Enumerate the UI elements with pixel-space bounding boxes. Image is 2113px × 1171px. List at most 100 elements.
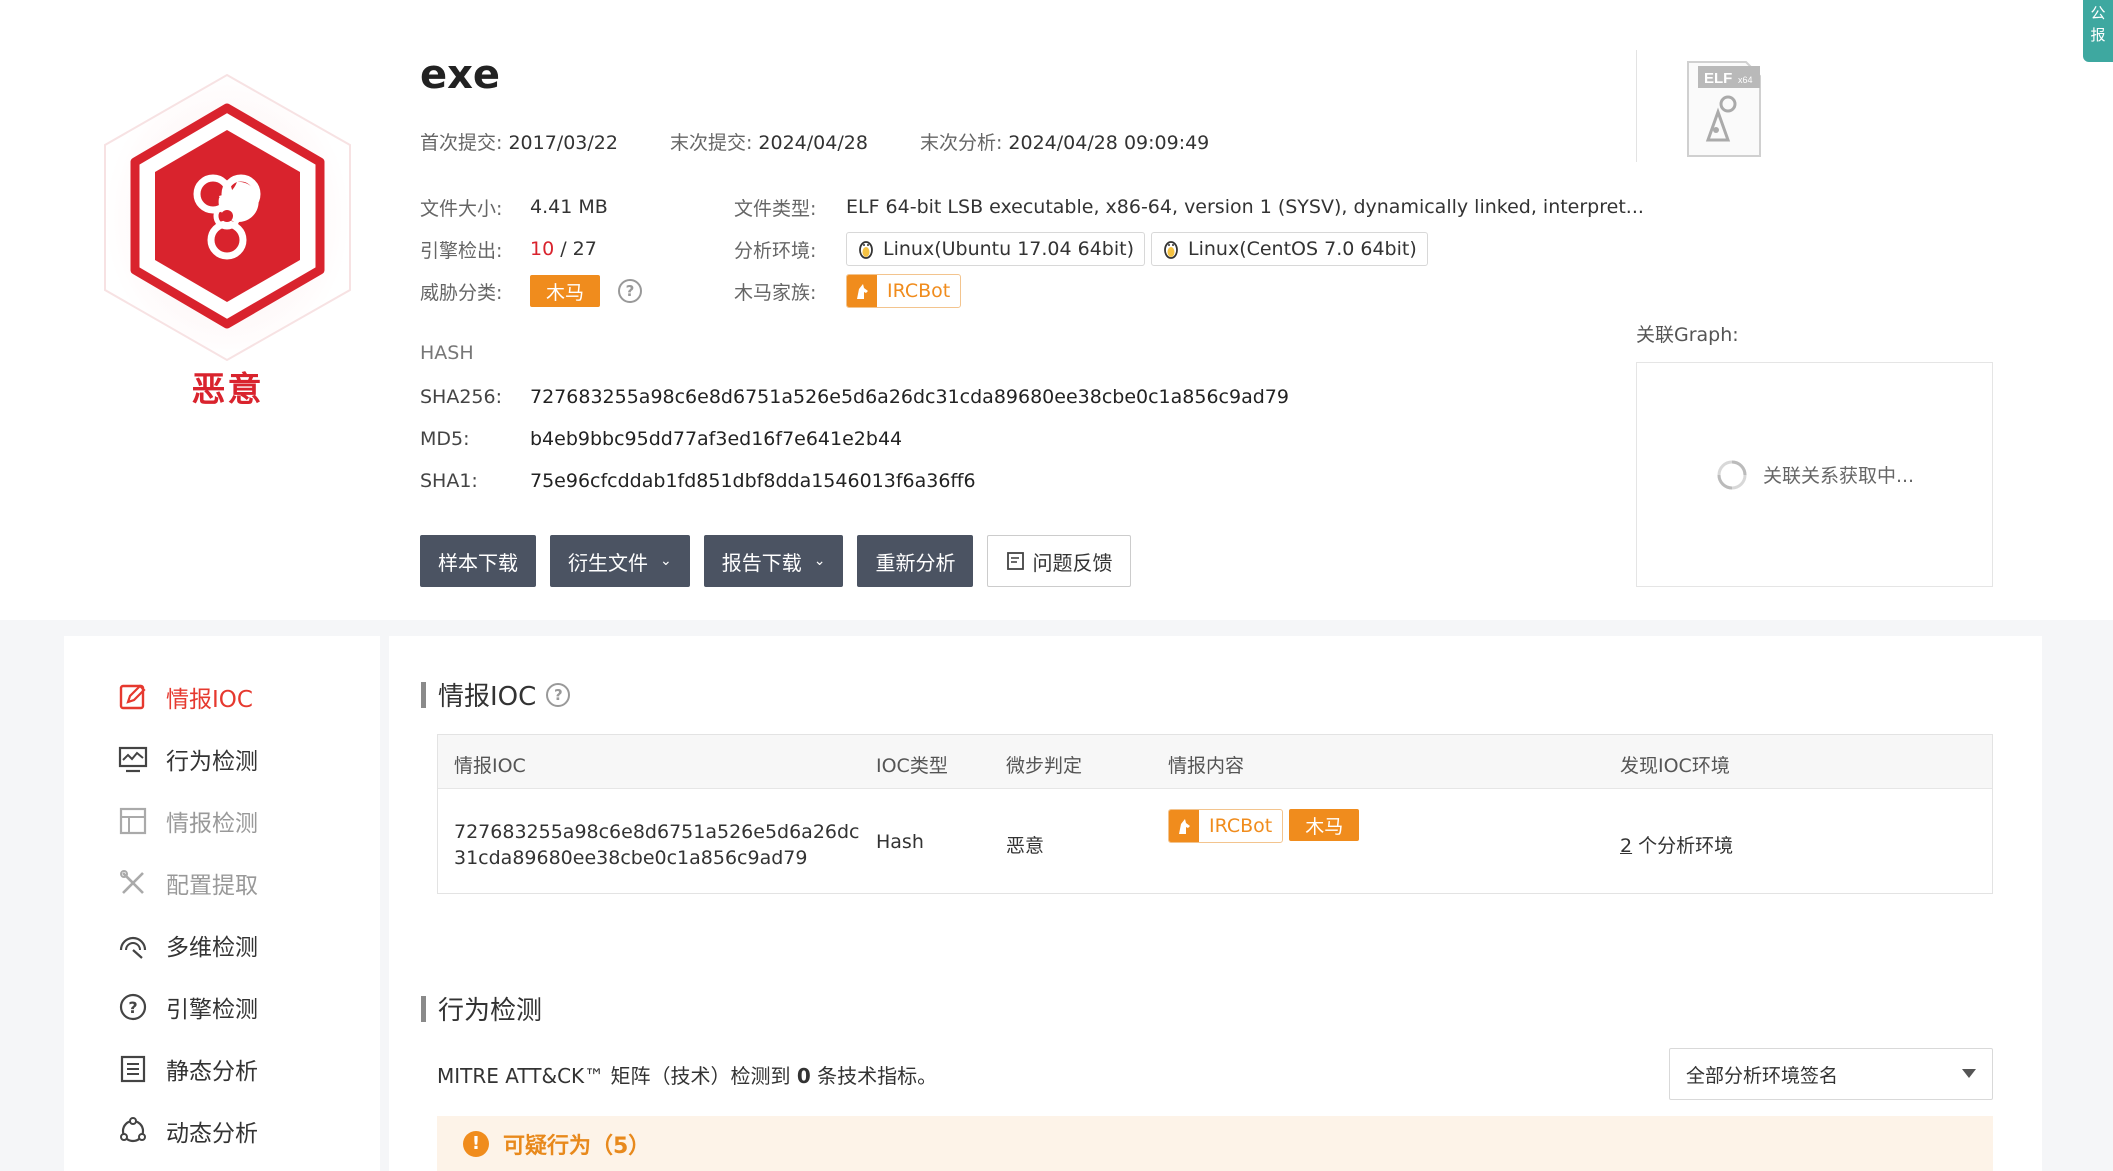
hash-section-title: HASH xyxy=(420,342,474,364)
derived-files-button[interactable]: 衍生文件 ⌄ xyxy=(550,535,690,587)
warning-icon: ! xyxy=(463,1130,489,1157)
file-size-label: 文件大小: xyxy=(420,197,503,220)
sha256-row: SHA256: 727683255a98c6e8d6751a526e5d6a26d… xyxy=(420,386,1289,408)
family-tag[interactable]: IRCBot xyxy=(1168,809,1284,843)
sha1-value[interactable]: 75e96cfcddab1fd851dbf8dda1546013f6a36ff6 xyxy=(530,470,976,492)
submission-meta: 首次提交: 2017/03/22 末次提交: 2024/04/28 末次分析: … xyxy=(420,128,1209,155)
edit-note-icon xyxy=(1007,552,1025,570)
elf-file-icon: ELF x64 xyxy=(1687,61,1761,157)
loading-spinner-icon xyxy=(1717,460,1747,489)
file-type-row: 文件类型: ELF 64-bit LSB executable, x86-64,… xyxy=(734,190,1644,224)
file-size-row: 文件大小: 4.41 MB xyxy=(420,190,608,224)
file-name-title: exe xyxy=(420,52,501,98)
threat-tag[interactable]: 木马 xyxy=(1289,809,1360,841)
caret-down-icon xyxy=(1962,1069,1976,1078)
engine-hits: 10 xyxy=(530,238,555,260)
report-sidebar: 情报IOC 行为检测 情报检测 配置提取 多维检测 ? 引擎检测 静态分析 动态… xyxy=(64,636,380,1171)
chevron-down-icon: ⌄ xyxy=(660,553,672,569)
env-chip-centos[interactable]: Linux(CentOS 7.0 64bit) xyxy=(1151,232,1428,266)
first-submit-value: 2017/03/22 xyxy=(508,132,618,154)
last-analysis-value: 2024/04/28 09:09:49 xyxy=(1008,132,1210,154)
sidebar-item-behavior[interactable]: 行为检测 xyxy=(118,742,258,776)
sha256-value[interactable]: 727683255a98c6e8d6751a526e5d6a26dc31cda8… xyxy=(530,386,1289,408)
suspicious-behavior-bar[interactable]: ! 可疑行为（5） xyxy=(437,1116,1993,1171)
sidebar-item-static-analysis[interactable]: 静态分析 xyxy=(118,1052,258,1086)
download-sample-button[interactable]: 样本下载 xyxy=(420,535,536,587)
sidebar-item-multi-detect[interactable]: 多维检测 xyxy=(118,928,258,962)
ioc-table-header: 情报IOC IOC类型 微步判定 情报内容 发现IOC环境 xyxy=(438,735,1992,789)
threat-tag[interactable]: 木马 xyxy=(530,275,601,307)
ioc-type-value: Hash xyxy=(876,831,924,853)
chevron-down-icon: ⌄ xyxy=(813,553,826,569)
help-icon[interactable]: ? xyxy=(618,279,643,303)
mitre-summary: MITRE ATT&CK™ 矩阵（技术）检测到 0 条技术指标。 xyxy=(437,1064,938,1088)
elf-badge-text: ELF xyxy=(1704,70,1732,87)
ioc-table: 情报IOC IOC类型 微步判定 情报内容 发现IOC环境 727683255a… xyxy=(437,734,1993,894)
monitor-icon xyxy=(118,746,148,773)
graph-loading-text: 关联关系获取中... xyxy=(1762,465,1915,487)
file-type-value: ELF 64-bit LSB executable, x86-64, versi… xyxy=(846,196,1644,218)
report-download-button[interactable]: 报告下载 ⌄ xyxy=(703,535,844,587)
linux-penguin-icon xyxy=(1164,241,1178,259)
layout-icon xyxy=(119,807,147,835)
reanalyze-button[interactable]: 重新分析 xyxy=(857,535,974,587)
question-icon: ? xyxy=(119,993,147,1021)
family-row: 木马家族: IRCBot xyxy=(734,274,962,308)
sidebar-item-dynamic-analysis[interactable]: 动态分析 xyxy=(118,1114,258,1148)
env-count-link[interactable]: 2 xyxy=(1620,835,1632,857)
family-label: 木马家族: xyxy=(734,281,817,304)
md5-label: MD5: xyxy=(420,428,470,450)
edit-icon xyxy=(119,684,146,710)
feedback-button[interactable]: 问题反馈 xyxy=(987,535,1132,587)
behavior-section-title: 行为检测 xyxy=(421,990,542,1027)
elf-badge-sub: x64 xyxy=(1738,75,1753,85)
ioc-intel-tags: IRCBot 木马 xyxy=(1168,809,1360,843)
env-chip-ubuntu[interactable]: Linux(Ubuntu 17.04 64bit) xyxy=(846,232,1145,266)
relation-graph-panel[interactable]: 关联关系获取中... xyxy=(1636,362,1993,587)
graph-label: 关联Graph: xyxy=(1636,324,1739,346)
report-main: 情报IOC ? 情报IOC IOC类型 微步判定 情报内容 发现IOC环境 72… xyxy=(389,636,2042,1171)
linux-penguin-icon xyxy=(859,241,873,259)
corner-announcement-tab[interactable]: 公 报 xyxy=(2083,0,2113,62)
md5-value[interactable]: b4eb9bbc95dd77af3ed16f7e641e2b44 xyxy=(530,428,902,450)
family-tag[interactable]: IRCBot xyxy=(846,274,962,308)
sidebar-item-engine-detect[interactable]: ? 引擎检测 xyxy=(118,990,258,1024)
sidebar-item-config-extract[interactable]: 配置提取 xyxy=(118,866,258,900)
last-submit-value: 2024/04/28 xyxy=(758,132,868,154)
sidebar-item-intel-detect[interactable]: 情报检测 xyxy=(118,804,258,838)
engine-total: / 27 xyxy=(560,238,597,260)
file-type-label: 文件类型: xyxy=(734,197,817,220)
engine-detection-row: 引擎检出: 10 / 27 xyxy=(420,232,597,266)
sha1-label: SHA1: xyxy=(420,470,478,492)
col-intel-content: 情报内容 xyxy=(1168,755,1245,777)
env-chip-ubuntu-label: Linux(Ubuntu 17.04 64bit) xyxy=(883,238,1134,260)
col-ioc-type: IOC类型 xyxy=(876,755,948,777)
analysis-env-label: 分析环境: xyxy=(734,239,817,262)
family-tag-label: IRCBot xyxy=(887,280,951,302)
last-analysis-label: 末次分析: xyxy=(919,132,1003,154)
col-env: 发现IOC环境 xyxy=(1620,755,1730,777)
help-icon[interactable]: ? xyxy=(546,682,571,707)
horse-icon xyxy=(847,275,877,307)
table-row: 727683255a98c6e8d6751a526e5d6a26dc 31cda… xyxy=(438,789,1992,893)
sha256-label: SHA256: xyxy=(420,386,503,408)
svg-text:?: ? xyxy=(128,998,137,1017)
verdict-label: 恶意 xyxy=(191,370,264,410)
engine-detection-label: 引擎检出: xyxy=(420,239,503,262)
col-verdict: 微步判定 xyxy=(1006,755,1083,777)
ioc-value[interactable]: 727683255a98c6e8d6751a526e5d6a26dc 31cda… xyxy=(454,819,860,871)
action-toolbar: 样本下载 衍生文件 ⌄ 报告下载 ⌄ 重新分析 问题反馈 xyxy=(420,535,1132,587)
list-icon xyxy=(120,1055,146,1083)
md5-row: MD5: b4eb9bbc95dd77af3ed16f7e641e2b44 xyxy=(420,428,902,450)
cycle-icon xyxy=(120,1117,146,1143)
analysis-env-row: 分析环境: Linux(Ubuntu 17.04 64bit) Linux(Ce… xyxy=(734,232,1434,266)
last-submit-label: 末次提交: xyxy=(669,132,753,154)
env-signature-select[interactable]: 全部分析环境签名 xyxy=(1669,1048,1993,1100)
file-size-value: 4.41 MB xyxy=(530,196,608,218)
tools-icon xyxy=(120,870,144,894)
sidebar-item-intel-ioc[interactable]: 情报IOC xyxy=(118,680,253,714)
sha1-row: SHA1: 75e96cfcddab1fd851dbf8dda1546013f6a… xyxy=(420,470,976,492)
header-divider xyxy=(1636,50,1637,162)
malicious-biohazard-icon xyxy=(104,73,351,362)
mitre-count: 0 xyxy=(796,1064,811,1088)
